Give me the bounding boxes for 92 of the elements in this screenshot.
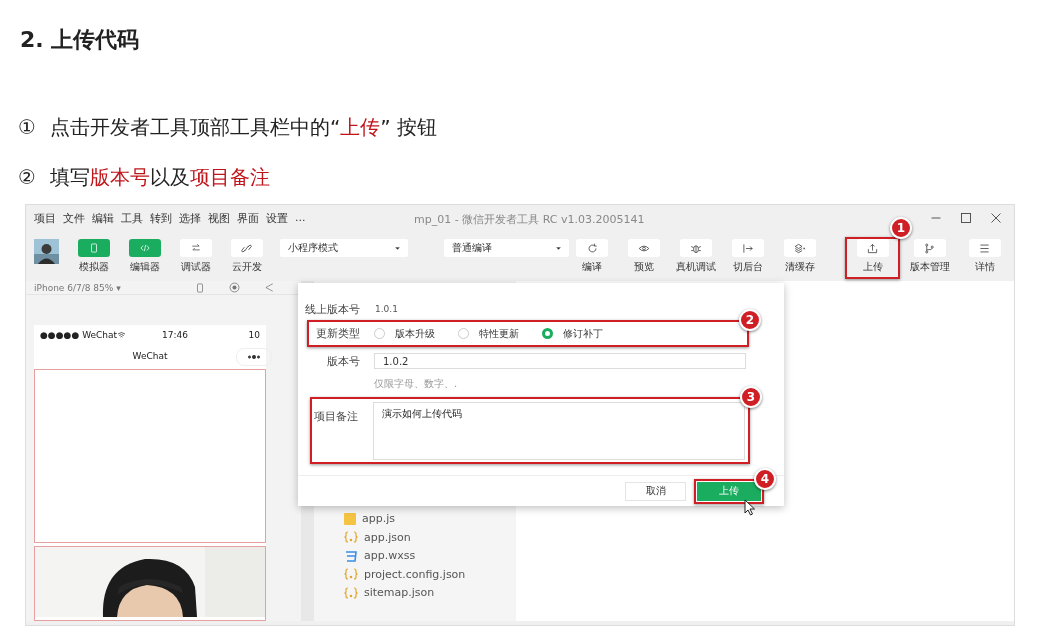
menu-item[interactable]: 界面	[237, 210, 259, 226]
braces-icon	[344, 531, 358, 544]
menu-item[interactable]: 工具	[121, 210, 143, 226]
more-capsule[interactable]	[236, 348, 272, 366]
option-label: 修订补丁	[563, 326, 603, 341]
caret-icon	[395, 245, 400, 251]
window-title: mp_01 - 微信开发者工具 RC v1.03.2005141	[414, 212, 645, 227]
code-icon	[138, 243, 151, 253]
highlight-frame	[845, 237, 900, 279]
clock-label: 17:46	[162, 330, 188, 340]
section-heading: 2. 上传代码	[19, 26, 141, 54]
nav-title: WeChat	[132, 351, 168, 361]
toolbar-button[interactable]: 编译	[569, 239, 615, 274]
radio-button[interactable]	[542, 328, 553, 339]
toolbar-button[interactable]: 真机调试	[673, 239, 719, 274]
file-name: sitemap.json	[364, 586, 435, 600]
upload-icon	[867, 242, 878, 254]
bug-icon	[690, 242, 702, 254]
cancel-button[interactable]: 取消	[625, 481, 686, 501]
menu-icon	[979, 242, 990, 254]
wifi-icon	[117, 331, 127, 339]
more-icon	[247, 354, 261, 360]
toolbar-button[interactable]: 清缓存	[777, 239, 823, 274]
swap-icon	[190, 243, 201, 253]
toolbar-button[interactable]: 切后台	[725, 239, 771, 274]
menu-item[interactable]: 视图	[208, 210, 230, 226]
record-icon	[228, 282, 240, 293]
braces-icon	[344, 568, 358, 581]
field-label: 线上版本号	[304, 301, 360, 317]
step-badge: 4	[754, 467, 776, 490]
battery-label: 10	[248, 330, 260, 340]
refresh-icon	[586, 242, 598, 254]
css-file-icon	[344, 549, 358, 562]
carrier-label: ●●●●● WeChat	[40, 330, 118, 340]
menu-item[interactable]: 编辑	[92, 210, 114, 226]
phone-icon	[88, 243, 99, 253]
option-label: 特性更新	[479, 326, 519, 341]
menu-item[interactable]: ...	[295, 210, 306, 226]
branch-icon	[924, 242, 935, 254]
js-file-icon	[344, 512, 356, 525]
toolbar-button[interactable]: 预览	[621, 239, 667, 274]
file-tree-item[interactable]: sitemap.json	[344, 585, 516, 601]
toolbar-button[interactable]: 模拟器	[68, 239, 119, 274]
file-tree-item[interactable]: app.json	[344, 529, 516, 545]
menu-item[interactable]: 设置	[266, 210, 288, 226]
step-badge: 1	[890, 217, 912, 239]
step-badge: 3	[740, 386, 762, 408]
menu-item[interactable]: 选择	[179, 210, 201, 226]
step-text: 点击开发者工具顶部工具栏中的“上传” 按钮	[49, 114, 438, 141]
step-number: ①	[18, 114, 36, 141]
toolbar-button[interactable]: 版本管理	[904, 239, 955, 274]
field-label: 更新类型	[315, 326, 360, 341]
toolbar-button[interactable]: 详情	[959, 239, 1010, 274]
step-badge: 2	[739, 309, 761, 331]
braces-icon	[344, 586, 358, 599]
menu-item[interactable]: 项目	[34, 210, 56, 226]
toolbar-button[interactable]: 编辑器	[119, 239, 170, 274]
field-label: 项目备注	[314, 409, 359, 424]
toolbar-button[interactable]: 上传	[847, 239, 898, 274]
file-name: project.config.json	[364, 567, 466, 581]
phone-icon	[194, 281, 205, 294]
version-field[interactable]: 1.0.2	[374, 353, 746, 369]
toolbar-button[interactable]: 调试器	[170, 239, 221, 274]
close-icon	[990, 212, 1002, 224]
share-icon	[263, 282, 274, 293]
remark-field[interactable]: 演示如何上传代码	[373, 402, 745, 460]
step-number: ②	[18, 164, 36, 191]
menu-item[interactable]: 文件	[63, 210, 85, 226]
file-tree-item[interactable]: app.js	[344, 511, 516, 527]
file-tree-item[interactable]: app.wxss	[344, 548, 516, 564]
exit-icon	[742, 242, 754, 254]
file-name: app.wxss	[364, 549, 416, 563]
file-tree-item[interactable]: project.config.json	[344, 566, 516, 582]
file-name: app.js	[362, 512, 395, 526]
step-text: 填写版本号以及项目备注	[49, 164, 270, 191]
layers-icon	[792, 242, 808, 254]
field-label: 版本号	[326, 353, 360, 369]
device-selector[interactable]: iPhone 6/7/8 85% ▾	[34, 282, 121, 293]
maximize-icon	[960, 212, 972, 224]
radio-option[interactable]: 特性更新	[458, 326, 528, 341]
compile-dropdown[interactable]: 普通编译	[444, 239, 569, 257]
toolbar-button[interactable]: 云开发	[221, 239, 272, 274]
menu-item[interactable]: 转到	[150, 210, 172, 226]
radio-option[interactable]: 版本升级	[374, 326, 444, 341]
mode-dropdown[interactable]: 小程序模式	[280, 239, 408, 257]
option-label: 版本升级	[395, 326, 435, 341]
online-version: 1.0.1	[375, 304, 398, 314]
caret-icon	[556, 245, 561, 251]
radio-option[interactable]: 修订补丁	[542, 326, 612, 341]
file-name: app.json	[364, 530, 411, 544]
field-hint: 仅限字母、数字、.	[374, 377, 459, 391]
link-icon	[241, 242, 252, 254]
